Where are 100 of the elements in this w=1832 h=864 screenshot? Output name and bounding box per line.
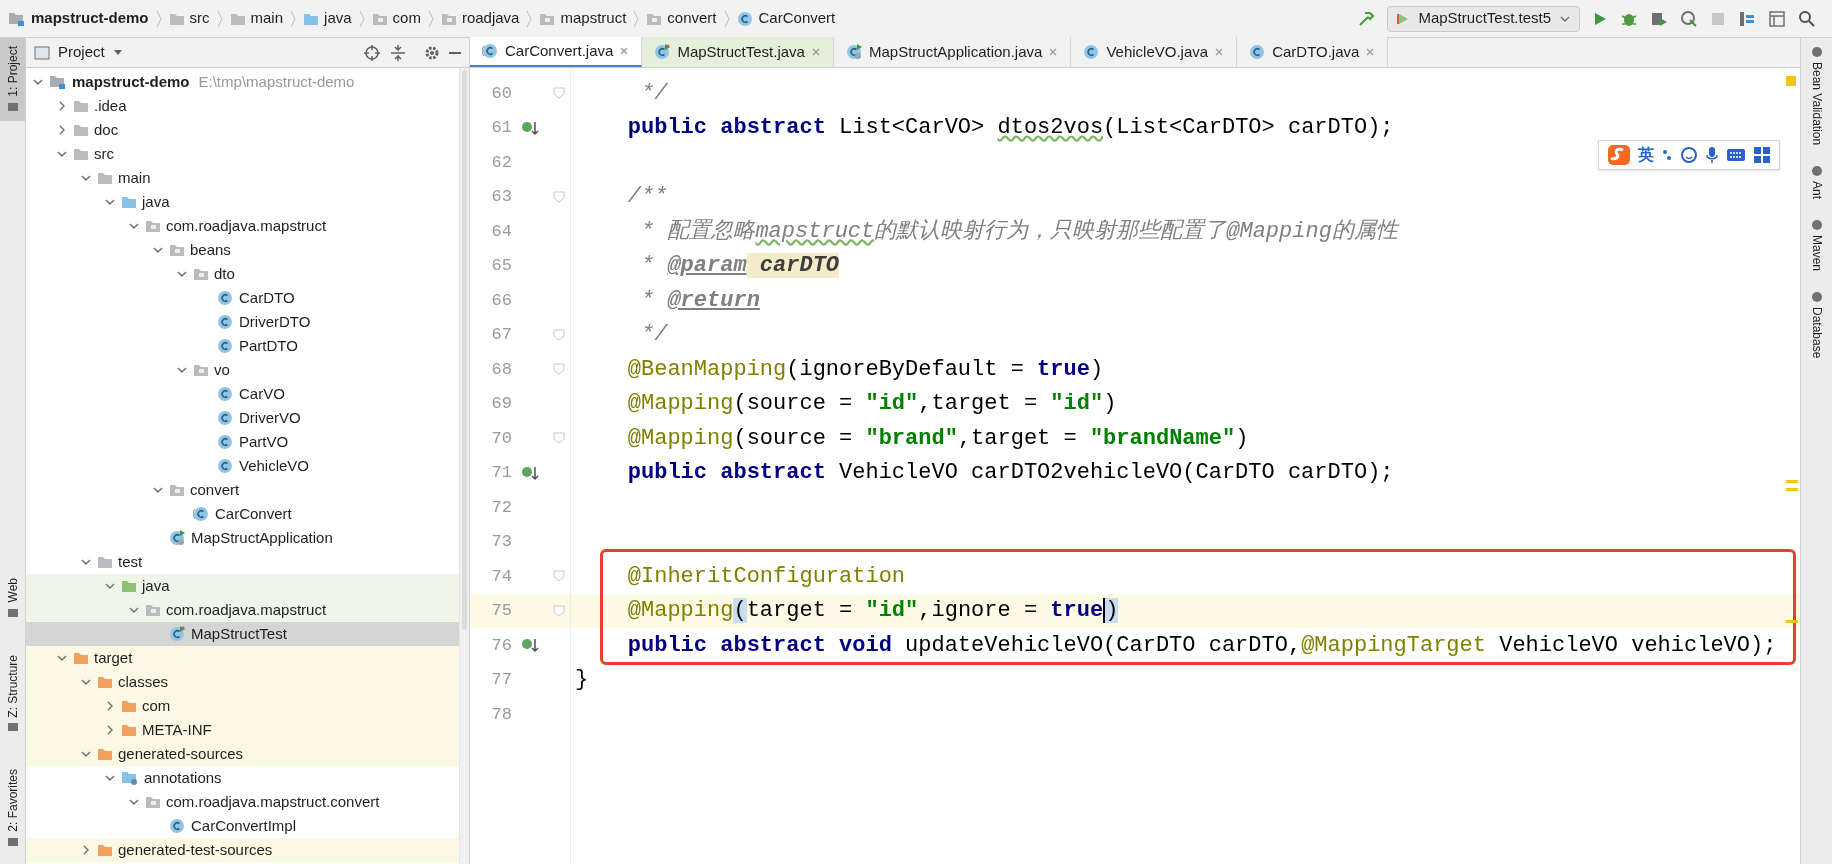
- tree-item[interactable]: com: [26, 694, 459, 718]
- tool-window-button[interactable]: Web: [0, 570, 25, 627]
- tool-window-icon: [1810, 46, 1823, 58]
- class-run-icon: [845, 44, 863, 60]
- package-icon: [145, 795, 161, 809]
- breadcrumb-item[interactable]: convert: [646, 7, 717, 30]
- microphone-icon: [1705, 146, 1719, 164]
- class-icon: [736, 10, 754, 27]
- line-number: 72: [490, 496, 512, 519]
- generated-folder-icon: [121, 770, 139, 786]
- test-folder-icon: [121, 579, 137, 593]
- code-line: @Mapping(source = "brand",target = "brandName"): [626, 424, 1249, 453]
- line-number: 71: [490, 462, 512, 484]
- tree-item[interactable]: generated-test-sources: [26, 838, 459, 862]
- breadcrumb-item[interactable]: com: [371, 7, 421, 30]
- scrollbar[interactable]: [459, 68, 469, 864]
- class-icon: [1249, 44, 1267, 60]
- line-number: 75: [490, 600, 512, 622]
- folder-icon: [73, 651, 89, 665]
- code-line: * @return: [640, 286, 760, 315]
- class-icon: [1083, 44, 1101, 60]
- editor-tab[interactable]: MapStructApplication.java: [833, 37, 1072, 67]
- tool-window-button[interactable]: Ant: [1807, 165, 1826, 200]
- emoji-icon: [1680, 146, 1698, 164]
- tool-window-icon: [6, 721, 19, 734]
- package-icon: [169, 483, 185, 497]
- folder-icon: [97, 843, 113, 857]
- tool-window-button[interactable]: Bean Validation: [1807, 46, 1826, 146]
- keyboard-icon: [1726, 147, 1746, 163]
- tree-item[interactable]: MapStructTest: [26, 622, 459, 646]
- grid-icon: [1753, 146, 1771, 164]
- test-class-icon: [654, 44, 672, 60]
- folder-icon: [73, 123, 89, 137]
- breadcrumb-item[interactable]: main: [229, 7, 284, 30]
- code-line: /**: [626, 183, 668, 212]
- breadcrumb-item[interactable]: java: [303, 7, 352, 30]
- editor-tab[interactable]: VehicleVO.java: [1071, 37, 1238, 67]
- code-line: @InheritConfiguration: [626, 562, 906, 591]
- stripe-mark[interactable]: [1786, 620, 1798, 623]
- class-icon: [217, 338, 234, 354]
- class-icon: [217, 458, 234, 474]
- breadcrumb-item[interactable]: src: [168, 7, 210, 30]
- class-icon: [482, 43, 499, 59]
- folder-icon: [121, 699, 137, 713]
- line-number: 61: [490, 117, 512, 139]
- close-icon: [619, 46, 630, 56]
- tool-window-button[interactable]: Z: Structure: [0, 646, 25, 742]
- code-line: * 配置忽略mapstruct的默认映射行为，只映射那些配置了@Mapping的属性: [640, 217, 1398, 246]
- profiler-icon: [1680, 9, 1698, 28]
- breadcrumb-separator-icon: [722, 8, 731, 29]
- class-run-icon: [169, 530, 186, 546]
- folder-icon: [168, 11, 185, 26]
- breadcrumb-item[interactable]: mapstruct-demo: [8, 7, 149, 30]
- tool-window-button[interactable]: Maven: [1807, 219, 1826, 272]
- line-number: 69: [490, 393, 512, 415]
- breadcrumb-item[interactable]: mapstruct: [539, 7, 627, 30]
- breadcrumb-item[interactable]: CarConvert: [736, 7, 836, 30]
- code-line: }: [574, 666, 589, 695]
- tree-item[interactable]: java: [26, 574, 459, 598]
- tree-item[interactable]: classes: [26, 670, 459, 694]
- line-number: 78: [490, 703, 512, 726]
- tree-item[interactable]: META-INF: [26, 718, 459, 742]
- breadcrumb-item[interactable]: roadjava: [440, 7, 520, 30]
- code-line: public abstract void updateVehicleVO(CarDTO carDTO,@MappingTarget VehicleVO vehicleVO);: [626, 631, 1777, 660]
- folder-icon: [97, 747, 113, 761]
- package-icon: [145, 219, 161, 233]
- code-line: @BeanMapping(ignoreByDefault = true): [626, 355, 1104, 384]
- breadcrumb-separator-icon: [289, 8, 298, 29]
- run-configuration-dropdown[interactable]: MapStructTest.test5: [1387, 5, 1580, 32]
- tool-window-button[interactable]: 1: Project: [0, 38, 25, 121]
- line-number: 66: [490, 289, 512, 312]
- tool-window-icon: [6, 606, 19, 619]
- editor-tab[interactable]: CarConvert.java: [470, 37, 643, 67]
- line-number: 73: [490, 531, 512, 553]
- breadcrumb-separator-icon: [154, 8, 163, 29]
- tree-item[interactable]: target: [26, 646, 459, 670]
- ime-language-label[interactable]: 英: [1638, 143, 1654, 167]
- tree-item[interactable]: generated-sources: [26, 742, 459, 766]
- class-icon: [217, 386, 234, 402]
- stripe-mark[interactable]: [1786, 480, 1798, 483]
- package-icon: [169, 243, 185, 257]
- project-path: E:\tmp\mapstruct-demo: [198, 71, 355, 92]
- class-icon: [217, 434, 234, 450]
- line-number: 68: [490, 358, 512, 381]
- editor-tab[interactable]: MapStructTest.java: [642, 37, 834, 67]
- package-icon: [646, 11, 663, 26]
- package-icon: [193, 363, 209, 377]
- tool-window-button[interactable]: Database: [1807, 291, 1826, 359]
- test-class-icon: [169, 626, 186, 642]
- warning-stripe-mark[interactable]: [1786, 76, 1796, 86]
- hammer-icon: [1357, 9, 1376, 28]
- line-number: 74: [490, 565, 512, 588]
- tree-item[interactable]: com.roadjava.mapstruct: [26, 598, 459, 622]
- editor-tab[interactable]: CarDTO.java: [1237, 37, 1389, 67]
- line-number: 63: [490, 186, 512, 208]
- folder-icon: [97, 675, 113, 689]
- tool-window-button[interactable]: 2: Favorites: [0, 761, 25, 856]
- stripe-mark[interactable]: [1786, 488, 1798, 491]
- project-folder-icon: [8, 10, 26, 27]
- tool-window-icon: [1810, 219, 1823, 232]
